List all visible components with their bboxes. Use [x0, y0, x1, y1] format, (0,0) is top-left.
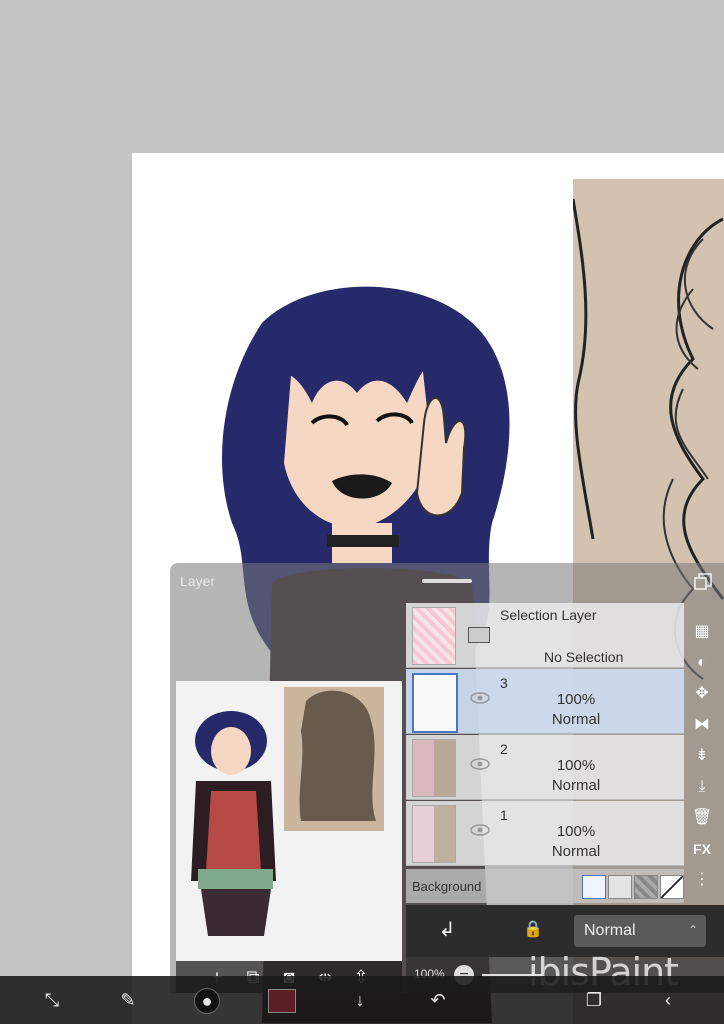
undo-icon[interactable]: ↶ — [426, 988, 450, 1012]
layer-thumb — [412, 673, 458, 733]
flip-icon[interactable]: ⧓ — [691, 714, 713, 736]
layer-number: 2 — [500, 741, 508, 757]
layer-opacity: 100% — [556, 757, 596, 774]
background-none-swatch[interactable] — [660, 875, 684, 899]
layer-side-tools: ▦ ◐ ✥ ⧓ ⇟ ⤓ 🗑 FX ⋮ — [686, 621, 718, 911]
color-swatch[interactable] — [268, 989, 296, 1013]
selection-layer-thumb — [412, 607, 456, 665]
background-checker-swatch[interactable] — [634, 875, 658, 899]
layer-row-2[interactable]: 2 100% Normal — [406, 735, 684, 800]
window-drag-handle[interactable] — [422, 579, 472, 583]
fx-icon[interactable]: FX — [691, 838, 713, 860]
background-white-swatch[interactable] — [582, 875, 606, 899]
layer-list: Selection Layer No Selection 3 100% Norm… — [406, 603, 684, 903]
invert-icon[interactable]: ◐ — [691, 652, 713, 674]
down-arrow-icon[interactable]: ↓ — [348, 988, 372, 1012]
back-icon[interactable]: ‹ — [656, 988, 680, 1012]
selection-status: No Selection — [544, 649, 624, 665]
layer-thumb — [412, 805, 456, 863]
layer-thumb — [412, 739, 456, 797]
layer-row-3[interactable]: 3 100% Normal — [406, 669, 684, 734]
chevron-up-icon: ⌃ — [687, 923, 698, 937]
layer-blend-mode: Normal — [551, 711, 601, 728]
background-gray-swatch[interactable] — [608, 875, 632, 899]
layer-number: 1 — [500, 807, 508, 823]
bottom-toolbar: ⤡ ✎ ● ↓ ↶ ❐ ‹ — [0, 976, 724, 1024]
blend-mode-select[interactable]: Normal ⌃ — [574, 915, 706, 947]
layers-icon[interactable]: ❐ — [582, 988, 606, 1012]
background-label: Background — [412, 879, 482, 894]
transparency-icon[interactable]: ▦ — [691, 621, 713, 643]
layer-preview — [176, 681, 402, 961]
window-restore-icon[interactable] — [694, 573, 712, 591]
layer-opacity: 100% — [556, 691, 596, 708]
clipping-icon[interactable]: ↲ — [436, 919, 458, 941]
layer-window-title: Layer — [180, 573, 216, 589]
selection-box-icon — [468, 627, 490, 643]
layer-row-1[interactable]: 1 100% Normal — [406, 801, 684, 866]
import-icon[interactable]: ⤓ — [691, 776, 713, 798]
transform-icon[interactable]: ⤡ — [40, 988, 64, 1012]
layer-opacity: 100% — [556, 823, 596, 840]
selection-layer-name: Selection Layer — [500, 607, 597, 623]
brush-size-icon[interactable]: ● — [194, 988, 220, 1014]
eye-icon[interactable] — [470, 757, 490, 771]
brush-icon[interactable]: ✎ — [116, 988, 140, 1012]
lock-icon[interactable]: 🔒 — [522, 919, 544, 941]
selection-layer-row[interactable]: Selection Layer No Selection — [406, 603, 684, 668]
blend-mode-value: Normal — [584, 922, 636, 939]
move-icon[interactable]: ✥ — [691, 683, 713, 705]
more-icon[interactable]: ⋮ — [691, 869, 713, 891]
layer-window[interactable]: Layer + ⧉ ◙ ⇹ ⇳ Selection Layer No Selec — [170, 563, 724, 993]
merge-down-icon[interactable]: ⇟ — [691, 745, 713, 767]
eye-icon[interactable] — [470, 823, 490, 837]
layer-blend-mode: Normal — [551, 777, 601, 794]
background-row[interactable]: Background — [406, 869, 684, 903]
layer-number: 3 — [500, 675, 508, 691]
eye-icon[interactable] — [470, 691, 490, 705]
trash-icon[interactable]: 🗑 — [691, 807, 713, 829]
layer-blend-mode: Normal — [551, 843, 601, 860]
